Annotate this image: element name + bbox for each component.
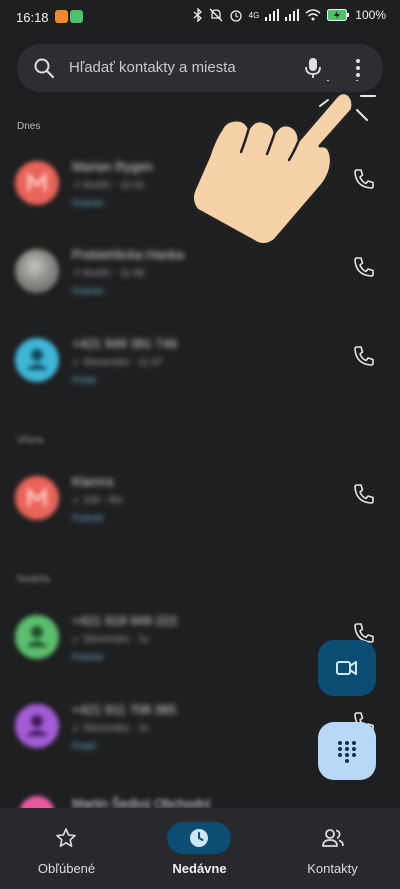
dialpad-icon [338,741,356,763]
call-row[interactable]: Marian Rygen ↗ Anolín · 12:41 Podrobí [0,143,400,231]
call-detail: ↗ Anolín · 11:48 [72,268,145,279]
signal-icon-2 [285,9,300,21]
nav-favorites-icon-wrap [34,822,98,854]
letter-avatar-icon [27,487,47,506]
call-detail: ↙ Slovensko · 1x [72,723,149,734]
mute-icon [209,8,223,22]
avatar [19,796,55,808]
wifi-icon [305,9,321,21]
avatar [15,161,59,205]
letter-avatar-icon [27,172,47,191]
section-header-yesterday: Včera [17,435,44,446]
call-info: Marian Rygen ↗ Anolín · 12:41 Podrobí [72,159,153,208]
call-info: +421 949 391 746 ↙ Slovensko · 11:47 Pri… [72,336,177,385]
avatar [15,249,59,293]
call-detail: ↗ Anolín · 12:41 [72,180,145,191]
call-tag: Pridať [72,375,97,385]
more-options-icon[interactable] [350,56,366,80]
status-icons: 4G 100% [193,8,386,22]
section-header-today: Dnes [17,121,41,132]
call-row-partial[interactable]: Martin Šedivý Obchodní [0,790,400,808]
bluetooth-icon [193,8,202,22]
contact-name: +421 918 949 222 [72,613,178,628]
phone-icon[interactable] [352,482,376,506]
call-info: Prebiehlicka Hanka ↗ Anolín · 11:48 Podr… [72,247,184,296]
status-bar: 16:18 4G 100% [0,0,400,34]
nav-contacts-label: Kontakty [307,861,358,876]
video-icon [336,661,357,675]
call-info: +421 918 949 222 ↙ Slovensko · 1x Podrob… [72,613,177,662]
avatar [15,704,59,748]
mic-icon[interactable] [303,56,323,80]
call-tag: Podrobí [72,198,104,208]
nav-favorites[interactable]: Obľúbené [0,808,133,889]
contact-name: Marian Rygen [72,159,153,174]
nav-recents-icon-wrap [167,822,231,854]
nav-favorites-label: Obľúbené [37,861,96,876]
call-tag: Podrobí [72,286,104,296]
battery-level: 100% [355,8,386,22]
call-row[interactable]: Klamra ↙ 100 · Riz Podrobí [0,458,400,546]
star-icon [56,828,76,847]
person-icon [26,349,48,370]
contact-name: +421 949 391 746 [72,336,178,351]
video-call-button[interactable] [318,640,376,696]
search-placeholder: Hľadať kontakty a miesta [69,59,236,76]
notification-app-icon-2 [70,10,83,23]
call-tag: Podrobí [72,652,104,662]
nav-recents-label: Nedávne [172,861,227,876]
alarm-icon [229,10,242,22]
notification-app-icon [55,10,68,23]
search-icon [34,58,55,79]
contact-name: Prebiehlicka Hanka [72,247,185,262]
call-detail: ↙ 100 · Riz [72,495,124,506]
contact-name: Klamra [72,474,114,489]
call-tag: Pridať [72,741,97,751]
phone-icon[interactable] [352,167,376,191]
phone-icon[interactable] [352,344,376,368]
avatar [15,338,59,382]
search-bar[interactable]: Hľadať kontakty a miesta [17,44,383,92]
person-icon [26,626,48,647]
network-type: 4G [248,10,260,20]
dialpad-button[interactable] [318,722,376,780]
person-icon [26,715,48,736]
call-info: Klamra ↙ 100 · Riz Podrobí [72,474,123,523]
contacts-icon [322,829,344,847]
call-row[interactable]: +421 949 391 746 ↙ Slovensko · 11:47 Pri… [0,320,400,408]
battery-icon [327,9,350,21]
nav-contacts-icon-wrap [300,822,364,854]
contact-name: +421 911 708 385 [72,702,177,717]
clock-icon [190,829,208,847]
call-detail: ↙ Slovensko · 1x [72,634,149,645]
bottom-navigation: Obľúbené Nedávne Kontakty [0,808,400,889]
avatar [15,476,59,520]
call-row[interactable]: Prebiehlicka Hanka ↗ Anolín · 11:48 Podr… [0,231,400,319]
nav-contacts[interactable]: Kontakty [266,808,399,889]
signal-icon [265,9,280,21]
nav-recents[interactable]: Nedávne [133,808,266,889]
status-time: 16:18 [16,10,49,25]
call-tag: Podrobí [72,513,104,523]
avatar [15,615,59,659]
section-header-older: Nedeľa [17,574,50,585]
call-info: +421 911 708 385 ↙ Slovensko · 1x Pridať [72,702,176,751]
call-detail: ↙ Slovensko · 11:47 [72,357,163,368]
contact-name: Martin Šedivý Obchodní [72,796,211,808]
phone-icon[interactable] [352,255,376,279]
